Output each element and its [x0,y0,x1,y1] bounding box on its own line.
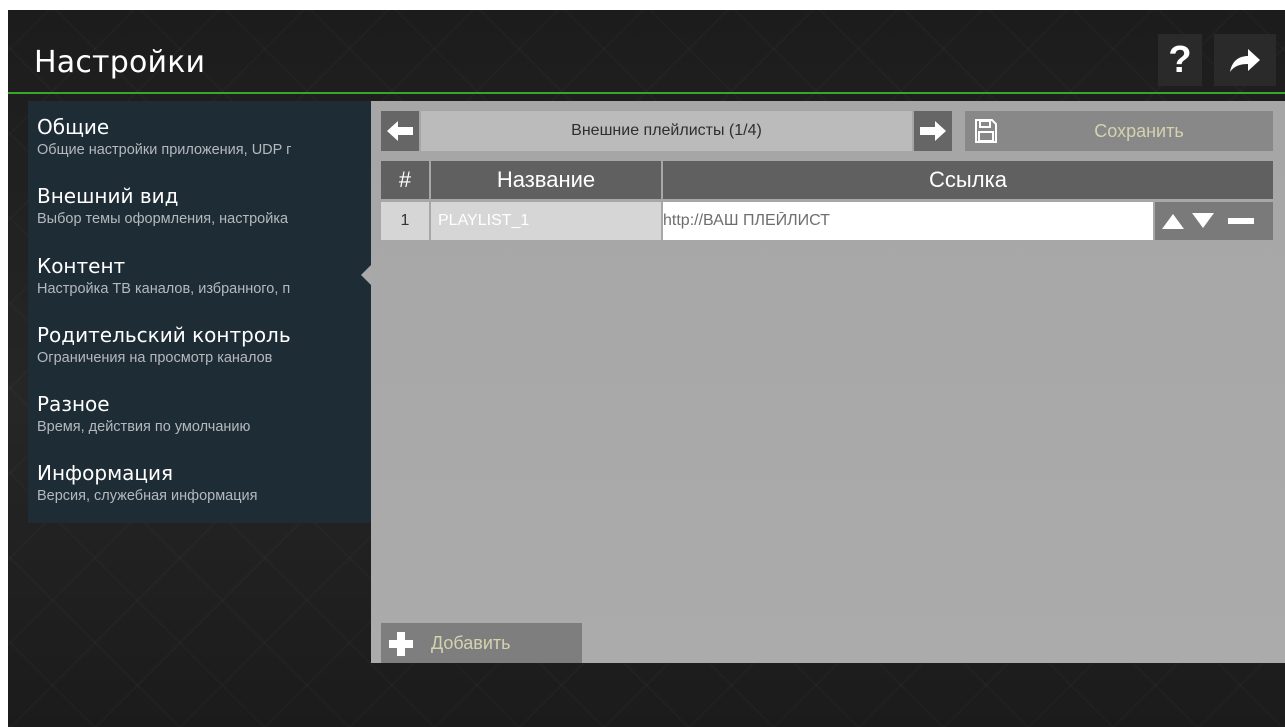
save-button-label: Сохранить [1094,121,1184,141]
add-playlist-button[interactable]: Добавить [381,623,582,663]
exit-button[interactable] [1214,34,1276,86]
floppy-disk-icon [975,119,997,143]
playlist-url-input[interactable] [663,202,1153,240]
sidebar-item-title: Общие [37,115,110,139]
table-row[interactable]: 1 PLAYLIST_1 [381,202,1273,240]
pager-label: Внешние плейлисты (1/4) [421,111,912,151]
arrow-right-icon [1230,49,1260,72]
sidebar-item-subtitle: Ограничения на просмотр каналов [37,350,273,366]
settings-screen: Настройки ? Общие Общие настройки прилож… [8,10,1285,727]
sidebar-item-subtitle: Общие настройки приложения, UDP г [37,142,292,158]
selected-item-pointer [361,265,371,285]
sidebar-item-information[interactable]: Информация Версия, служебная информация [37,461,367,504]
arrow-right-icon [920,121,946,141]
help-button[interactable]: ? [1158,34,1202,86]
plus-icon [389,632,413,656]
sidebar-item-title: Родительский контроль [37,323,291,347]
playlist-name[interactable]: PLAYLIST_1 [431,202,661,240]
previous-page-button[interactable] [381,111,419,151]
column-header-number: # [381,161,429,199]
column-header-link: Ссылка [663,161,1273,199]
sidebar-item-title: Информация [37,461,174,485]
remove-row-button[interactable] [1223,202,1259,240]
move-up-button[interactable] [1158,202,1188,240]
save-button[interactable]: Сохранить [965,111,1273,151]
row-number: 1 [381,202,429,240]
playlists-panel: Внешние плейлисты (1/4) Сохранить # Назв… [371,101,1285,663]
next-page-button[interactable] [914,111,952,151]
add-button-label: Добавить [431,633,511,653]
minus-icon [1228,218,1254,224]
header-bar: Настройки ? [8,10,1285,94]
arrow-left-icon [387,121,413,141]
sidebar-item-title: Разное [37,392,110,416]
sidebar-item-misc[interactable]: Разное Время, действия по умолчанию [37,392,367,435]
page-title: Настройки [34,45,206,80]
question-mark-icon: ? [1168,38,1192,81]
sidebar-item-title: Контент [37,254,126,278]
triangle-down-icon [1192,213,1214,228]
column-header-name: Название [431,161,661,199]
sidebar-item-subtitle: Версия, служебная информация [37,488,258,504]
sidebar-item-title: Внешний вид [37,184,179,208]
row-controls [1155,202,1273,240]
sidebar-item-appearance[interactable]: Внешний вид Выбор темы оформления, настр… [37,184,367,227]
sidebar-item-subtitle: Выбор темы оформления, настройка [37,211,289,227]
sidebar-item-general[interactable]: Общие Общие настройки приложения, UDP г [37,115,367,158]
sidebar-item-content[interactable]: Контент Настройка ТВ каналов, избранного… [37,254,367,297]
triangle-up-icon [1162,214,1184,229]
move-down-button[interactable] [1188,202,1218,240]
sidebar-item-subtitle: Время, действия по умолчанию [37,419,251,435]
sidebar-item-subtitle: Настройка ТВ каналов, избранного, п [37,281,291,297]
sidebar-item-parental-control[interactable]: Родительский контроль Ограничения на про… [37,323,367,366]
settings-sidebar: Общие Общие настройки приложения, UDP г … [28,101,371,523]
